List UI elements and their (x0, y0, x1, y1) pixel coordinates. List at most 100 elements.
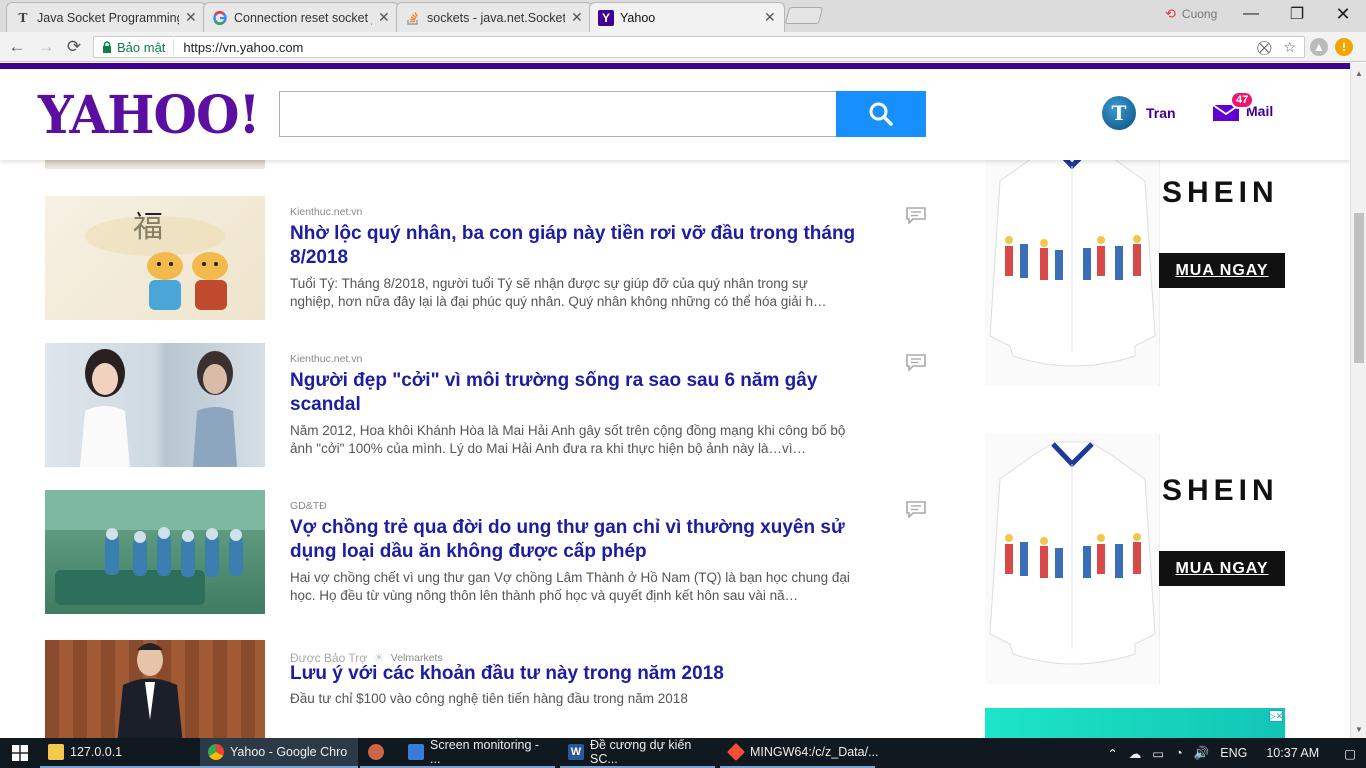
story-headline[interactable]: Vợ chồng trẻ qua đời do ung thư gan chỉ … (290, 516, 860, 564)
box-icon (408, 744, 424, 760)
network-icon[interactable]: ◔ (1175, 746, 1183, 760)
story-headline[interactable]: Người đẹp "cởi" vì môi trường sống ra sa… (290, 369, 860, 417)
taskbar-item-label: Đề cương dự kiến SC... (590, 738, 692, 766)
story-thumbnail[interactable] (45, 343, 265, 467)
comment-icon[interactable] (905, 353, 927, 371)
mail-count-badge: 47 (1230, 91, 1255, 109)
yahoo-logo[interactable]: YAHOO! (38, 85, 260, 146)
new-tab-button[interactable] (784, 7, 824, 24)
taskbar-item-explorer[interactable]: 127.0.0.1 (40, 738, 200, 768)
shirt-image (985, 136, 1160, 386)
tab-sockets[interactable]: sockets - java.net.Socket ✕ (396, 2, 592, 32)
back-button[interactable]: ← (6, 37, 28, 57)
user-menu[interactable]: T Tran (1102, 96, 1176, 130)
story-thumbnail[interactable] (45, 640, 265, 738)
tab-yahoo[interactable]: Y Yahoo ✕ (589, 2, 785, 32)
tab-favicon-icon: T (18, 10, 28, 25)
adchoices-icon[interactable]: ▷✕ (1269, 710, 1283, 722)
list-item[interactable]: 福 Kienthuc.net.vn Nhờ lộc quý nhân, ba c… (45, 196, 945, 320)
extension-icon[interactable]: ▲ (1310, 38, 1328, 56)
scroll-up-icon[interactable]: ▲ (1355, 69, 1363, 78)
show-hidden-icons-icon[interactable]: ⌃ (1107, 746, 1117, 761)
taskbar-item-chrome[interactable]: Yahoo - Google Chro (200, 738, 358, 768)
ad-brand: SHEIN (1162, 474, 1279, 507)
list-item-sponsored[interactable]: Được Bảo Trợ ☀ Velmarkets Lưu ý với các … (45, 640, 945, 738)
close-window-button[interactable]: ✕ (1323, 2, 1363, 26)
list-item[interactable]: GD&TĐ Vợ chồng trẻ qua đời do ung thư ga… (45, 490, 945, 614)
taskbar-item-word[interactable]: W Đề cương dự kiến SC... (560, 738, 715, 768)
story-provider[interactable]: Kienthuc.net.vn (290, 206, 362, 218)
browser-tabstrip: T Java Socket Programming ✕ Connection r… (0, 0, 1366, 32)
profile-sync-icon: ⟲ (1165, 6, 1176, 21)
shirt-image (985, 434, 1160, 684)
browser-profile[interactable]: ⟲ Cuong (1165, 6, 1217, 22)
shein-ad-bottom[interactable]: SHEIN MUA NGAY (985, 434, 1285, 684)
security-indicator[interactable]: Bảo mật (94, 39, 175, 55)
story-summary: Hai vợ chồng chết vì ung thư gan Vợ chồn… (290, 570, 850, 603)
hospital-photo-icon (45, 490, 265, 605)
update-alert-icon[interactable]: ! (1335, 38, 1353, 56)
story-headline[interactable]: Nhờ lộc quý nhân, ba con giáp này tiền r… (290, 222, 860, 270)
ad-banner-partial[interactable]: ▷✕ (985, 708, 1285, 738)
windows-taskbar: 127.0.0.1 Yahoo - Google Chro Screen mon… (0, 738, 1366, 768)
forward-button[interactable]: → (35, 37, 57, 57)
profile-name: Cuong (1181, 7, 1218, 21)
system-tray: ⌃ ☁ ▭ ◔ 🔊 ENG 10:37 AM ▢ (1107, 738, 1366, 768)
portrait-photo-icon (80, 349, 237, 467)
search-input[interactable] (279, 91, 837, 137)
secure-label: Bảo mật (117, 39, 166, 55)
page-scrollbar[interactable]: ▲ ▼ (1350, 63, 1366, 738)
clock-time[interactable]: 10:37 AM (1266, 746, 1319, 760)
close-icon[interactable]: ✕ (571, 9, 583, 26)
language-indicator[interactable]: ENG (1220, 746, 1247, 760)
stackoverflow-icon (405, 10, 421, 26)
volume-icon[interactable]: 🔊 (1194, 746, 1210, 761)
battery-icon[interactable]: ▭ (1152, 746, 1164, 761)
bookmark-star-icon[interactable]: ☆ (1283, 39, 1296, 56)
taskbar-item-app[interactable] (360, 738, 400, 768)
maximize-button[interactable]: ❐ (1277, 2, 1317, 26)
start-button[interactable] (0, 738, 40, 768)
shein-ad-top[interactable]: SHEIN MUA NGAY (985, 136, 1285, 386)
story-thumbnail[interactable]: 福 (45, 196, 265, 320)
story-provider[interactable]: Kienthuc.net.vn (290, 353, 362, 365)
close-icon[interactable]: ✕ (378, 9, 390, 26)
cartoon-oxen-icon (85, 216, 228, 310)
taskbar-item-label: Yahoo - Google Chro (230, 745, 348, 759)
yahoo-favicon-icon: Y (598, 9, 614, 26)
windows-logo-icon (12, 745, 28, 761)
action-center-icon[interactable]: ▢ (1344, 746, 1356, 761)
lock-icon (103, 41, 111, 53)
taskbar-item-mingw[interactable]: MINGW64:/c/z_Data/... (720, 738, 879, 768)
mail-link[interactable]: 47 Mail (1212, 91, 1273, 121)
search-icon (869, 102, 893, 126)
story-thumbnail[interactable] (45, 490, 265, 614)
tab-title: Yahoo (620, 10, 656, 25)
search-button[interactable] (836, 91, 926, 137)
comment-icon[interactable] (905, 500, 927, 518)
scrollbar-thumb[interactable] (1354, 213, 1364, 363)
story-provider[interactable]: GD&TĐ (290, 500, 327, 512)
minimize-button[interactable]: — (1231, 2, 1271, 26)
sync-error-icon[interactable]: ☁ (1129, 746, 1142, 761)
page-viewport: YAHOO! T Tran 47 Mail 福 (0, 63, 1350, 738)
buy-now-button[interactable]: MUA NGAY (1159, 253, 1285, 288)
avatar: T (1102, 96, 1136, 130)
close-icon[interactable]: ✕ (764, 9, 776, 26)
tab-title: Connection reset socket j (234, 10, 372, 25)
comment-icon[interactable] (905, 206, 927, 224)
story-headline[interactable]: Lưu ý với các khoản đầu tư này trong năm… (290, 662, 860, 686)
story-summary: Tuổi Tý: Tháng 8/2018, người tuổi Tý sẽ … (290, 276, 827, 309)
businessman-photo-icon (117, 643, 183, 738)
tab-java-socket[interactable]: T Java Socket Programming ✕ (6, 2, 206, 32)
tab-connection-reset[interactable]: Connection reset socket j ✕ (203, 2, 399, 32)
reload-button[interactable]: ⟳ (63, 37, 85, 57)
blocked-content-icon[interactable]: ⛒ (1257, 39, 1271, 56)
list-item[interactable]: Kienthuc.net.vn Người đẹp "cởi" vì môi t… (45, 343, 945, 467)
address-bar[interactable]: Bảo mật https://vn.yahoo.com ⛒ ☆ (93, 36, 1305, 58)
scroll-down-icon[interactable]: ▼ (1355, 725, 1363, 734)
buy-now-button[interactable]: MUA NGAY (1159, 551, 1285, 586)
google-icon (212, 10, 228, 26)
taskbar-item-screen-monitoring[interactable]: Screen monitoring - ... (400, 738, 555, 768)
close-icon[interactable]: ✕ (185, 9, 197, 26)
